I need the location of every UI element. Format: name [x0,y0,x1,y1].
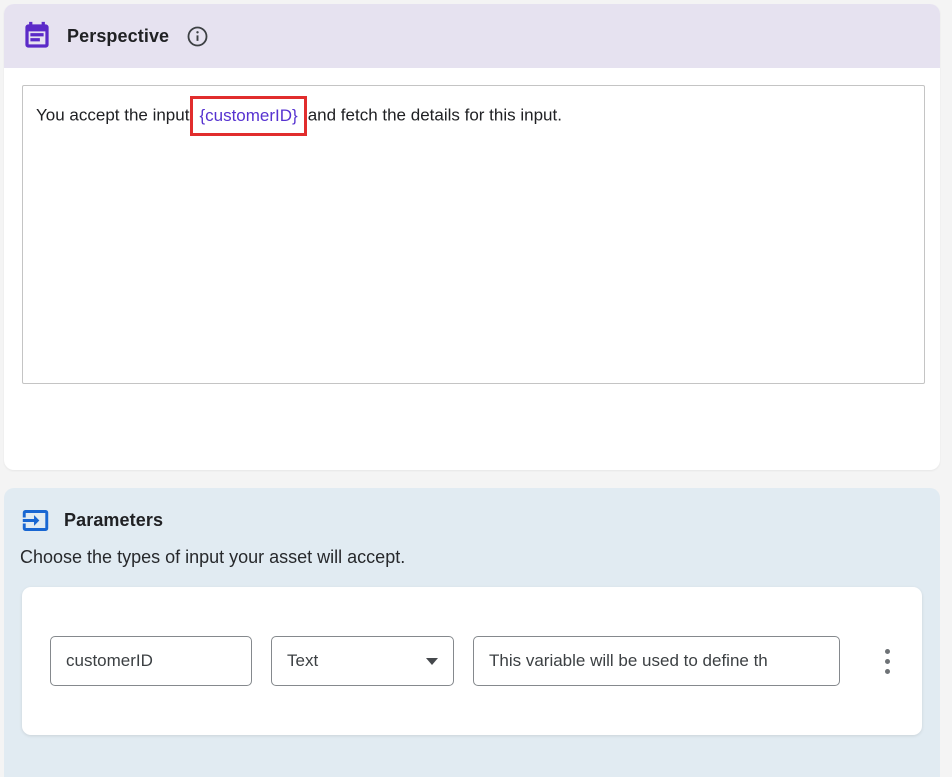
prompt-after: and fetch the details for this input. [308,105,562,124]
parameter-description-input[interactable] [473,636,840,686]
variable-token: {customerID} [199,106,297,125]
parameter-row: Text [22,587,922,735]
perspective-card: Perspective You accept the input {custome… [4,4,940,470]
parameters-card: Parameters Choose the types of input you… [4,488,940,777]
info-icon[interactable] [186,25,209,48]
parameters-header: Parameters [4,505,940,535]
prompt-text: You accept the input {customerID} and fetc… [36,96,911,136]
prompt-before: You accept the input [36,105,189,124]
perspective-title: Perspective [67,26,169,47]
parameter-name-input[interactable] [50,636,252,686]
parameter-type-select[interactable]: Text [271,636,454,686]
perspective-header: Perspective [4,4,940,68]
event-note-icon [22,21,52,51]
perspective-body: You accept the input {customerID} and fetc… [4,68,940,384]
parameters-description: Choose the types of input your asset wil… [16,547,940,568]
parameter-type-value: Text [287,651,318,671]
parameters-title: Parameters [64,510,163,531]
variable-annotation-box: {customerID} [190,96,306,136]
page: Perspective You accept the input {custome… [0,0,952,777]
input-arrow-icon [22,507,49,534]
kebab-menu-icon[interactable] [879,643,896,680]
prompt-textarea[interactable]: You accept the input {customerID} and fetc… [22,85,925,384]
caret-down-icon [426,658,438,665]
